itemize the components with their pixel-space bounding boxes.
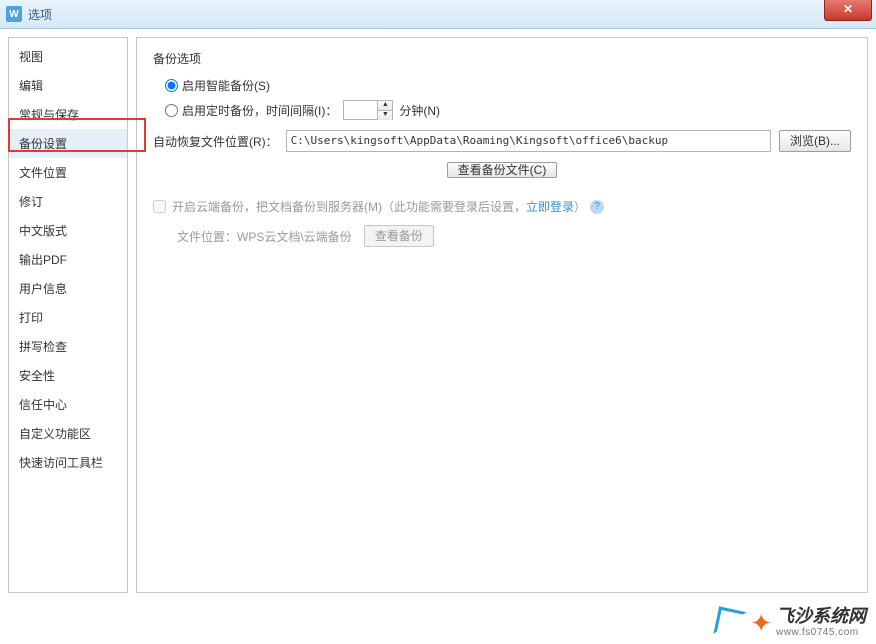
- smart-backup-row: 启用智能备份(S): [165, 77, 851, 94]
- watermark: ✦ 飞沙系统网 www.fs0745.com: [716, 607, 866, 638]
- sidebar-item-12[interactable]: 信任中心: [9, 390, 127, 419]
- interval-stepper[interactable]: ▲ ▼: [343, 100, 393, 120]
- help-icon[interactable]: ?: [590, 200, 604, 214]
- app-icon: W: [6, 6, 22, 22]
- sidebar-item-9[interactable]: 打印: [9, 303, 127, 332]
- sidebar-item-5[interactable]: 修订: [9, 187, 127, 216]
- browse-button[interactable]: 浏览(B)...: [779, 130, 851, 152]
- sidebar-item-2[interactable]: 常规与保存: [9, 100, 127, 129]
- recovery-path-row: 自动恢复文件位置(R)： C:\Users\kingsoft\AppData\R…: [153, 130, 851, 152]
- sidebar: 视图编辑常规与保存备份设置文件位置修订中文版式输出PDF用户信息打印拼写检查安全…: [8, 37, 128, 593]
- file-location-value: WPS云文档\云端备份: [237, 228, 352, 245]
- cloud-backup-row: 开启云端备份，把文档备份到服务器(M)（此功能需要登录后设置， 立即登录 ） ?: [153, 198, 851, 215]
- timed-backup-row: 启用定时备份，时间间隔(I)： ▲ ▼ 分钟(N): [165, 100, 851, 120]
- sidebar-item-0[interactable]: 视图: [9, 42, 127, 71]
- titlebar: W 选项 ✕: [0, 0, 876, 29]
- watermark-flame-icon: ✦: [750, 612, 772, 634]
- window-body: 视图编辑常规与保存备份设置文件位置修订中文版式输出PDF用户信息打印拼写检查安全…: [0, 29, 876, 601]
- cloud-backup-checkbox[interactable]: [153, 200, 166, 213]
- sidebar-item-7[interactable]: 输出PDF: [9, 245, 127, 274]
- sidebar-item-11[interactable]: 安全性: [9, 361, 127, 390]
- login-link[interactable]: 立即登录: [526, 198, 574, 215]
- interval-up-icon[interactable]: ▲: [378, 101, 392, 110]
- interval-down-icon[interactable]: ▼: [378, 110, 392, 120]
- sidebar-item-1[interactable]: 编辑: [9, 71, 127, 100]
- close-button[interactable]: ✕: [824, 0, 872, 21]
- section-title: 备份选项: [153, 50, 851, 67]
- timed-backup-label: 启用定时备份，时间间隔(I)：: [182, 102, 337, 119]
- recovery-path-label: 自动恢复文件位置(R)：: [153, 133, 278, 150]
- view-backup-button[interactable]: 查看备份文件(C): [447, 162, 558, 178]
- smart-backup-radio[interactable]: [165, 79, 178, 92]
- view-backup-row: 查看备份文件(C): [153, 160, 851, 180]
- main-panel: 备份选项 启用智能备份(S) 启用定时备份，时间间隔(I)： ▲ ▼ 分钟(N)…: [136, 37, 868, 593]
- cloud-backup-tail: ）: [574, 198, 586, 215]
- sidebar-item-10[interactable]: 拼写检查: [9, 332, 127, 361]
- watermark-square-icon: [714, 606, 747, 639]
- recovery-path-input[interactable]: C:\Users\kingsoft\AppData\Roaming\Kingso…: [286, 130, 771, 152]
- window-title: 选项: [28, 6, 52, 23]
- file-location-label: 文件位置：: [177, 228, 237, 245]
- timed-backup-radio[interactable]: [165, 104, 178, 117]
- sidebar-item-13[interactable]: 自定义功能区: [9, 419, 127, 448]
- interval-unit: 分钟(N): [399, 102, 440, 119]
- sidebar-item-6[interactable]: 中文版式: [9, 216, 127, 245]
- close-icon: ✕: [843, 2, 853, 16]
- sidebar-item-4[interactable]: 文件位置: [9, 158, 127, 187]
- sidebar-item-14[interactable]: 快速访问工具栏: [9, 448, 127, 477]
- watermark-main: 飞沙系统网: [776, 607, 866, 627]
- sidebar-item-3[interactable]: 备份设置: [9, 129, 127, 158]
- cloud-location-row: 文件位置： WPS云文档\云端备份 查看备份: [177, 225, 851, 247]
- sidebar-item-8[interactable]: 用户信息: [9, 274, 127, 303]
- view-cloud-backup-button[interactable]: 查看备份: [364, 225, 434, 247]
- cloud-backup-label: 开启云端备份，把文档备份到服务器(M)（此功能需要登录后设置，: [172, 198, 526, 215]
- smart-backup-label: 启用智能备份(S): [182, 77, 270, 94]
- watermark-sub: www.fs0745.com: [776, 627, 866, 638]
